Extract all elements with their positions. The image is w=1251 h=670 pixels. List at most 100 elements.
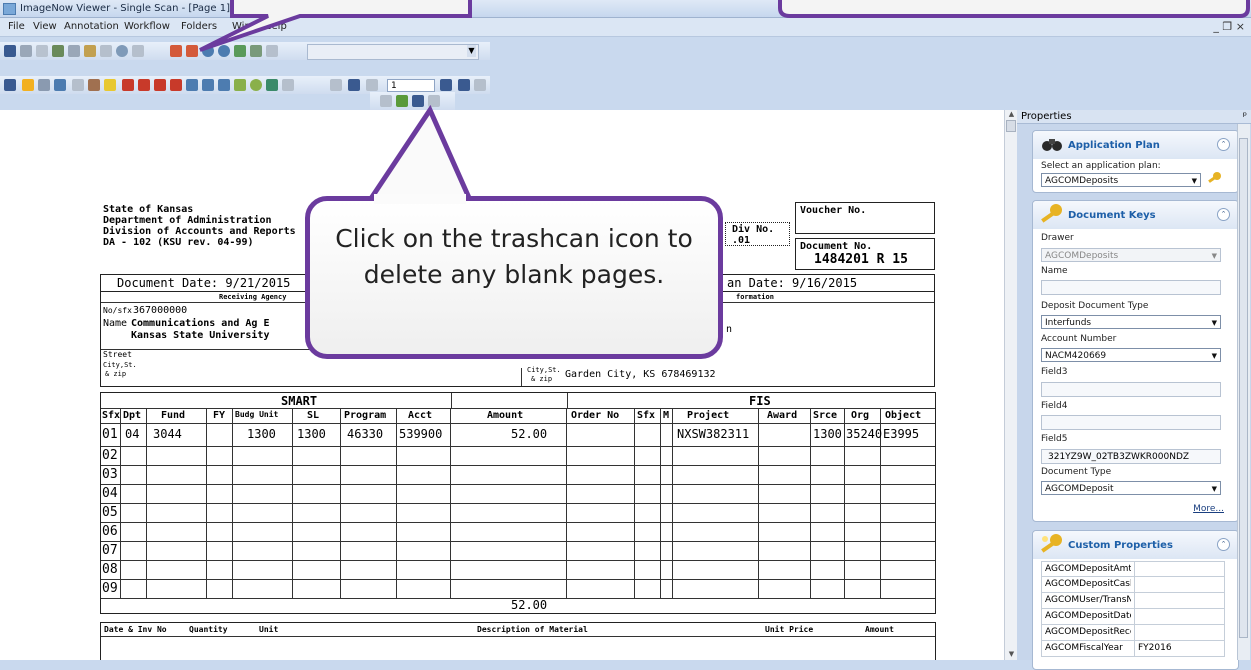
custom-property-row[interactable]: AGCOMFiscalYear FY2016 [1041,641,1225,657]
row-line [101,503,935,504]
key-icon [1041,204,1062,223]
plan-date: an Date: 9/16/2015 [727,276,858,290]
row-line [101,484,935,485]
custom-property-value[interactable]: FY2016 [1134,641,1172,656]
nosfx-label: No/sfx [103,306,132,315]
chevron-down-icon: ▼ [1211,252,1217,260]
row-line [101,446,935,447]
custom-property-value[interactable] [1134,593,1138,608]
row-line [101,560,935,561]
divider [101,636,935,637]
application-plan-value: AGCOMDeposits [1045,176,1119,186]
zip-label-2: & zip [531,375,553,383]
application-plan-select[interactable]: AGCOMDeposits ▼ [1041,173,1201,187]
divider [567,393,568,408]
column-header: Org [851,410,870,421]
custom-properties-icon [1041,534,1062,553]
name-line2: Kansas State University [131,330,270,341]
column-header: Budg Unit [235,410,279,419]
material-header: Unit Price [765,625,814,634]
properties-pane: Properties ᵖ Application Plan ⌃ Select a… [1017,110,1251,670]
field3-input[interactable] [1041,382,1221,397]
panel-header[interactable]: Application Plan ⌃ [1033,131,1238,159]
more-link[interactable]: More... [1193,504,1224,514]
column-header: Award [767,410,798,421]
custom-properties-panel: Custom Properties ⌃ AGCOMDepositAmt AGCO… [1032,530,1239,670]
column-header: SL [307,410,320,421]
custom-property-row[interactable]: AGCOMUser/TransNl [1041,593,1225,609]
custom-property-value[interactable] [1134,609,1138,624]
properties-scrollbar[interactable] [1237,124,1250,660]
custom-property-row[interactable]: AGCOMDepositCashi [1041,577,1225,593]
doc-no-label: Document No. [800,241,873,252]
document-type-label: Document Type [1041,467,1112,477]
column-header: Fund [161,410,186,421]
custom-property-key: AGCOMDepositDate [1045,611,1131,621]
row-line [101,541,935,542]
custom-property-row[interactable]: AGCOMDepositAmt [1041,561,1225,577]
panel-header[interactable]: Custom Properties ⌃ [1033,531,1238,559]
field4-input[interactable] [1041,415,1221,430]
callout-pointer-top-left [199,0,472,52]
cell-acct: 539900 [399,427,443,441]
account-number-select[interactable]: NACM420669 ▼ [1041,348,1221,362]
application-plan-title: Application Plan [1068,140,1160,151]
collapse-icon[interactable]: ⌃ [1217,538,1230,551]
drawer-select: AGCOMDeposits ▼ [1041,248,1221,262]
chevron-down-icon: ▼ [1211,319,1217,327]
name-label: Name [1041,266,1068,276]
row-line [101,579,935,580]
custom-property-key: AGCOMFiscalYear [1045,643,1123,653]
plan-date-box: an Date: 9/16/2015 [720,274,935,292]
tutorial-callout: Click on the trashcan icon to delete any… [305,196,723,359]
column-header: M [663,410,670,421]
material-header: Date & Inv No [104,625,167,634]
column-header: Object [885,410,922,421]
field5-input[interactable]: 321YZ9W_02TB3ZWKR000NDZ [1041,449,1221,464]
cell-project: NXSW382311 [677,427,750,441]
name-field[interactable] [1041,280,1221,295]
column-header: Dpt [123,410,142,421]
custom-property-row[interactable]: AGCOMDepositDate [1041,609,1225,625]
material-header: Amount [865,625,894,634]
material-header: Quantity [189,625,228,634]
account-number-label: Account Number [1041,334,1117,344]
custom-property-value[interactable] [1134,562,1138,577]
callout-pointer-cover [374,194,466,204]
collapse-icon[interactable]: ⌃ [1217,208,1230,221]
binoculars-icon [1042,139,1062,151]
collapse-icon[interactable]: ⌃ [1217,138,1230,151]
column-header: Program [344,410,387,421]
custom-property-value[interactable] [1134,625,1138,640]
custom-property-key: AGCOMUser/TransNl [1045,595,1131,605]
material-header: Unit [259,625,279,634]
city-value: Garden City, KS 678469132 [565,369,716,380]
fis-title: FIS [749,394,771,408]
accounting-grid: SMART FIS Sfx Dpt Fund FY Budg Unit SL P… [100,392,936,614]
pin-icon[interactable]: ᵖ [1243,110,1247,124]
row-line [101,522,935,523]
cell-amount: 52.00 [511,427,548,441]
row-number: 03 [102,467,118,482]
custom-property-key: AGCOMDepositAmt [1045,564,1131,574]
field4-label: Field4 [1041,401,1068,411]
document-date: Document Date: 9/21/2015 [117,276,291,290]
document-date-box: Document Date: 9/21/2015 [100,274,320,292]
application-plan-panel: Application Plan ⌃ Select an application… [1032,130,1239,193]
row-number: 06 [102,524,118,539]
drawer-label: Drawer [1041,233,1074,243]
scroll-thumb[interactable] [1239,138,1248,638]
row-number: 05 [102,505,118,520]
document-keys-title: Document Keys [1068,210,1156,221]
column-header: FY [213,410,226,421]
document-number-box: Document No. 1484201 R 15 [795,238,935,270]
key-icon[interactable] [1206,171,1222,187]
application-plan-label: Select an application plan: [1041,161,1161,171]
cell-program: 46330 [347,427,384,441]
document-type-select[interactable]: AGCOMDeposit ▼ [1041,481,1221,495]
custom-property-row[interactable]: AGCOMDepositRecei [1041,625,1225,641]
deposit-type-select[interactable]: Interfunds ▼ [1041,315,1221,329]
panel-header[interactable]: Document Keys ⌃ [1033,201,1238,229]
callout-pointer [367,104,473,202]
custom-property-value[interactable] [1134,577,1138,592]
